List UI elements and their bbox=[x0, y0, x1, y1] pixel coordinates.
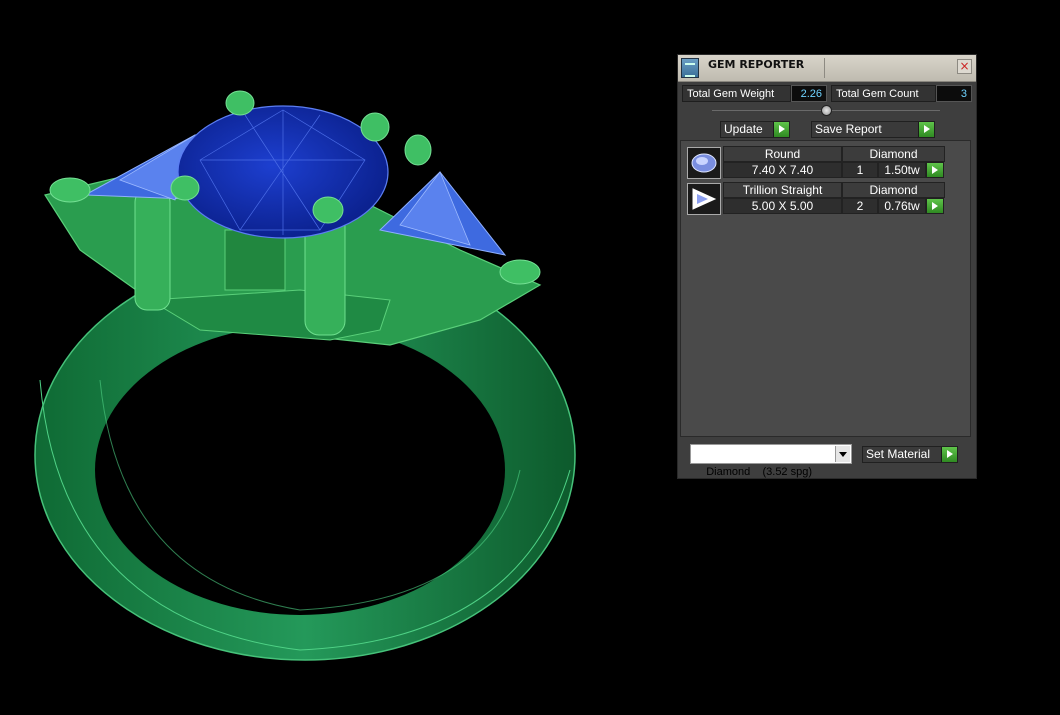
gem-material: Diamond bbox=[842, 146, 945, 162]
close-button[interactable]: × bbox=[957, 59, 972, 74]
splitter-handle[interactable] bbox=[821, 105, 832, 116]
gem-reporter-panel: GEM REPORTER × Total Gem Weight 2.26 Tot… bbox=[677, 54, 977, 479]
round-gem-icon bbox=[687, 147, 721, 179]
gem-reporter-app-icon bbox=[681, 58, 699, 78]
window-title: GEM REPORTER bbox=[708, 58, 805, 71]
gem-list[interactable]: Round Diamond 7.40 X 7.40 1 1.50tw Trill… bbox=[680, 140, 971, 437]
gem-shape: Round bbox=[723, 146, 842, 162]
save-report-button-label: Save Report bbox=[815, 122, 882, 136]
material-select-value: Diamond (3.52 spg) bbox=[706, 466, 813, 478]
material-select[interactable]: Diamond (3.52 spg) bbox=[690, 444, 852, 478]
gem-row-action-button[interactable] bbox=[926, 162, 944, 178]
play-arrow-icon bbox=[773, 122, 789, 137]
gem-size: 7.40 X 7.40 bbox=[723, 162, 842, 178]
save-report-button[interactable]: Save Report bbox=[811, 121, 935, 138]
total-weight-value: 2.26 bbox=[791, 85, 827, 102]
total-weight-label: Total Gem Weight bbox=[682, 85, 791, 102]
update-button[interactable]: Update bbox=[720, 121, 790, 138]
play-arrow-icon bbox=[927, 199, 943, 213]
gem-quantity: 1 bbox=[842, 162, 878, 178]
trillion-gem-icon bbox=[687, 183, 721, 215]
set-material-button-label: Set Material bbox=[866, 447, 931, 461]
total-count-label: Total Gem Count bbox=[831, 85, 936, 102]
gem-size: 5.00 X 5.00 bbox=[723, 198, 842, 214]
gem-quantity: 2 bbox=[842, 198, 878, 214]
gem-weight: 0.76tw bbox=[878, 198, 926, 214]
total-count-value: 3 bbox=[936, 85, 972, 102]
chevron-down-icon[interactable] bbox=[835, 446, 850, 462]
gem-shape: Trillion Straight bbox=[723, 182, 842, 198]
center-gem bbox=[177, 105, 389, 239]
gem-row-action-button[interactable] bbox=[926, 198, 944, 214]
update-button-label: Update bbox=[724, 122, 763, 136]
play-arrow-icon bbox=[941, 447, 957, 462]
3d-viewport[interactable] bbox=[0, 0, 660, 715]
play-arrow-icon bbox=[927, 163, 943, 177]
title-bar[interactable]: GEM REPORTER × bbox=[678, 55, 976, 82]
play-arrow-icon bbox=[918, 122, 934, 137]
gem-material: Diamond bbox=[842, 182, 945, 198]
set-material-button[interactable]: Set Material bbox=[862, 446, 958, 463]
title-divider bbox=[824, 58, 825, 78]
gem-weight: 1.50tw bbox=[878, 162, 926, 178]
